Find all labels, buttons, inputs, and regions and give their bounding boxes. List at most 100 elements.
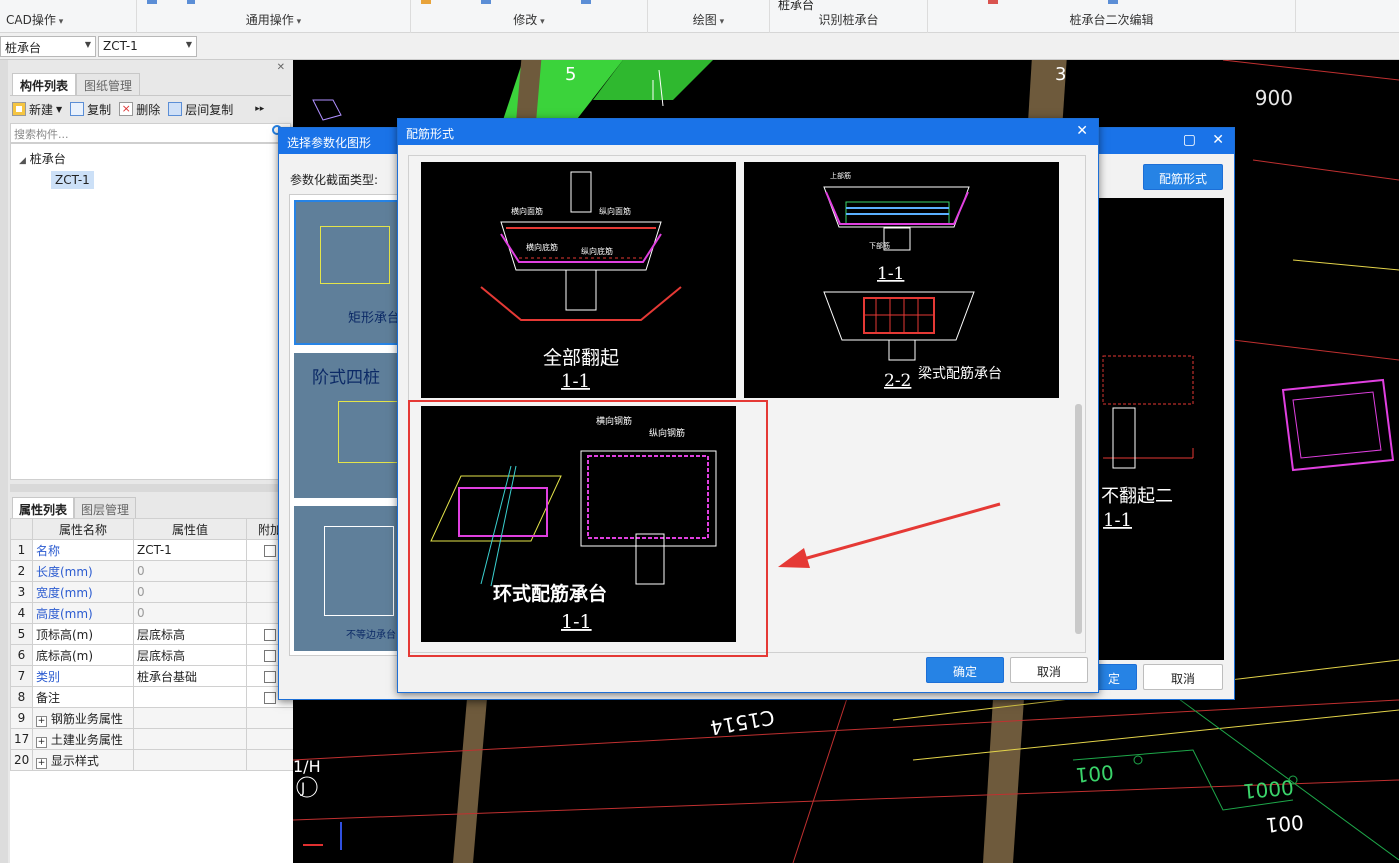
table-row[interactable]: 6 底标高(m) 层底标高 [10,644,294,666]
delete-button[interactable]: × 删除 [119,101,160,118]
modify-label[interactable]: 修改 [411,11,647,28]
row-num: 1 [10,539,33,561]
tab-drawing-manager[interactable]: 图纸管理 [76,73,141,95]
ribbon-group-cad[interactable]: CAD操作 [0,0,137,33]
prop-value[interactable]: ZCT-1 [133,539,247,561]
mirrored-dim-text: 0001 [1242,775,1295,803]
tree-child-label: ZCT-1 [55,173,90,187]
table-row[interactable]: 3 宽度(mm) 0 [10,581,294,603]
thumb-unequal-cap[interactable]: 不等边承台 [294,506,400,651]
ribbon-group-general[interactable]: 通用操作 [137,0,411,33]
prop-value[interactable]: 层底标高 [133,623,247,645]
tab-component-list[interactable]: 构件列表 [12,73,77,95]
magenta-outline [1281,378,1395,472]
floor-copy-icon [168,102,183,116]
property-table: 属性名称 属性值 附加 1 名称 ZCT-1 2 长度(mm) 0 3 宽度(mm) 0 4… [10,518,294,771]
copy-button[interactable]: 复制 [70,101,111,118]
component-type-value: 桩承台 [5,41,42,55]
ribbon-group-modify[interactable]: 修改 [411,0,648,33]
axis-label-j: J [300,781,305,797]
ribbon-group-identify[interactable]: 桩承台 识别桩承台 [770,0,928,33]
mirrored-dim-text: 001 [1075,760,1115,787]
option-sub: 2-2 [884,371,911,391]
axis-label-1h: 1/H [293,757,321,776]
prop-name-cell: + 土建业务属性 [32,728,134,750]
ribbon-group-draw[interactable]: 绘图 [648,0,770,33]
prop-name-cell: + 钢筋业务属性 [32,707,134,729]
expand-icon[interactable]: + [36,736,47,748]
extra-checkbox[interactable] [264,628,276,641]
tree-node-zct1[interactable]: ZCT-1 [51,171,94,189]
prop-value [133,728,247,750]
prop-name: 显示样式 [50,753,99,768]
splitter[interactable] [10,484,291,492]
general-ops-label[interactable]: 通用操作 [137,11,410,28]
tree-node-root[interactable]: ◢ 桩承台 [19,150,66,167]
maximize-icon[interactable]: ▢ [1183,132,1196,148]
prop-value[interactable]: 桩承台基础 [133,665,247,687]
table-row[interactable]: 4 高度(mm) 0 [10,602,294,624]
component-name-select[interactable]: ZCT-1 ▼ [98,36,197,57]
option-beam-cap[interactable]: 上部筋 下部筋 1-1 2-2 梁式配筋承台 [744,162,1059,398]
rebar-form-button[interactable]: 配筋形式 [1143,164,1223,190]
secondary-edit-label: 桩承台二次编辑 [1069,13,1154,27]
rebar-dialog-titlebar[interactable]: 配筋形式 ✕ [398,119,1098,145]
more-icon[interactable]: ▸▸ [255,104,264,114]
tab-property-list[interactable]: 属性列表 [12,497,75,519]
component-type-select[interactable]: 桩承台 ▼ [0,36,96,57]
scrollbar-thumb[interactable] [1075,404,1082,634]
prop-value[interactable]: 0 [133,560,247,582]
property-grid: 属性名称 属性值 附加 1 名称 ZCT-1 2 长度(mm) 0 3 宽度(mm) 0 4… [10,518,294,863]
rebar-cancel-button[interactable]: 取消 [1010,657,1088,683]
prop-value[interactable]: 层底标高 [133,644,247,666]
table-row[interactable]: 9 + 钢筋业务属性 [10,707,294,729]
dim-circle [1133,755,1143,765]
extra-checkbox[interactable] [264,691,276,704]
prop-value[interactable]: 0 [133,602,247,624]
table-row[interactable]: 20 + 显示样式 [10,749,294,771]
expand-icon[interactable]: + [36,757,47,769]
rebar-ok-button[interactable]: 确定 [926,657,1004,683]
prop-value[interactable] [133,686,247,708]
row-num: 5 [10,623,33,645]
ribbon-icons-strip [147,0,387,4]
component-name-value: ZCT-1 [103,39,138,53]
table-row[interactable]: 1 名称 ZCT-1 [10,539,294,561]
close-icon[interactable]: ✕ [1076,123,1088,139]
expand-icon[interactable]: + [36,715,47,727]
mirrored-dim-text: 001 [1265,810,1305,837]
extra-checkbox[interactable] [264,649,276,662]
thumb-label: 阶式四桩 [312,368,380,388]
row-num: 8 [10,686,33,708]
beam-cap-drawing: 上部筋 下部筋 1-1 2-2 梁式配筋承台 [823,171,1002,391]
option-full-bent[interactable]: 横向面筋 纵向面筋 横向底筋 纵向底筋 全部翻起 1-1 [421,162,736,398]
delete-label: 删除 [136,102,161,117]
annot-text: 纵向面筋 [599,206,631,216]
row-num: 2 [10,560,33,582]
table-row[interactable]: 17 + 土建业务属性 [10,728,294,750]
thumb-stepped-cap[interactable]: 阶式四桩 [294,353,400,498]
table-row[interactable]: 5 顶标高(m) 层底标高 [10,623,294,645]
extra-checkbox[interactable] [264,670,276,683]
component-search-input[interactable]: 搜索构件... [10,123,291,143]
close-icon[interactable]: ✕ [1212,132,1224,148]
extra-checkbox[interactable] [264,544,276,557]
param-preview-drawing: 不翻起二 1-1 [1101,355,1194,531]
close-icon[interactable]: ✕ [277,62,285,73]
ribbon-group-secondary-edit[interactable]: 桩承台二次编辑 [928,0,1296,33]
param-cancel-button[interactable]: 取消 [1143,664,1223,690]
extra-cell [246,749,294,771]
prop-value [133,749,247,771]
tab-layer-manager[interactable]: 图层管理 [74,497,137,519]
new-button[interactable]: 新建 ▼ [12,101,62,118]
table-row[interactable]: 7 类别 桩承台基础 [10,665,294,687]
red-line [1232,339,1399,361]
cad-ops-label[interactable]: CAD操作 [6,11,136,28]
prop-name: 底标高(m) [32,644,134,666]
draw-label[interactable]: 绘图 [648,11,769,28]
thumb-rect-cap[interactable]: 矩形承台 [294,200,400,345]
table-row[interactable]: 8 备注 [10,686,294,708]
floor-copy-button[interactable]: 层间复制 [168,101,233,118]
prop-value[interactable]: 0 [133,581,247,603]
table-row[interactable]: 2 长度(mm) 0 [10,560,294,582]
